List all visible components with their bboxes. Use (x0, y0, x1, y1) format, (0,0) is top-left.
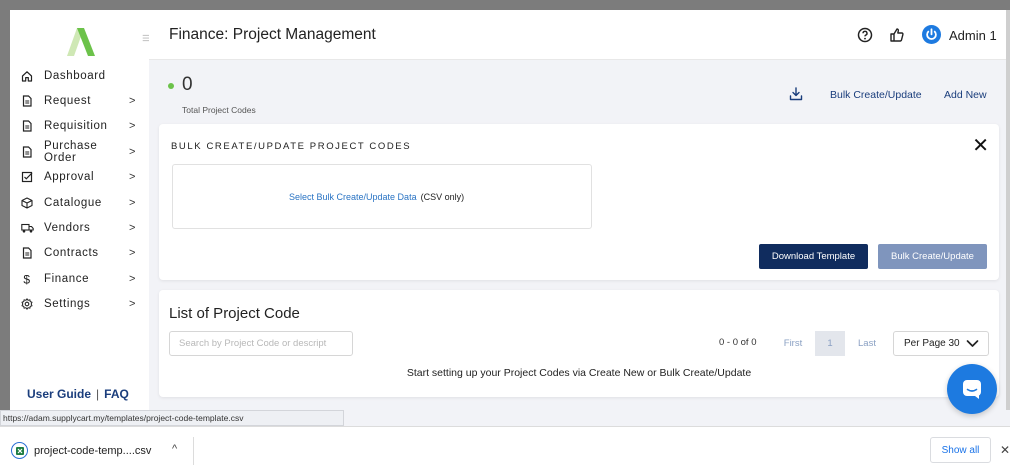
close-download-bar-icon[interactable]: ✕ (1000, 443, 1010, 457)
chevron-right-icon: > (129, 196, 137, 209)
faq-link[interactable]: FAQ (104, 387, 129, 401)
show-all-button[interactable]: Show all (930, 437, 991, 463)
sidebar-item-label: Finance (44, 272, 90, 285)
user-name[interactable]: Admin 1 (949, 28, 997, 43)
thumbs-up-icon[interactable] (889, 27, 905, 43)
dollar-icon: $ (20, 273, 34, 285)
chat-button[interactable] (947, 364, 997, 414)
pagination-range: 0 - 0 of 0 (719, 337, 757, 348)
status-bar-url: https://adam.supplycart.my/templates/pro… (0, 410, 344, 426)
chevron-right-icon: > (129, 171, 137, 184)
gear-icon (20, 298, 34, 310)
bulk-create-update-link[interactable]: Bulk Create/Update (830, 89, 922, 101)
chevron-down-icon (966, 340, 979, 347)
power-icon[interactable] (922, 25, 941, 44)
scrollbar[interactable] (1006, 10, 1010, 410)
sidebar-item-settings[interactable]: Settings > (10, 292, 149, 317)
chevron-right-icon: > (129, 222, 137, 235)
file-drop-zone[interactable]: Select Bulk Create/Update Data (CSV only) (172, 164, 592, 229)
home-icon (20, 70, 34, 82)
sidebar-nav: Dashboard Request > Requisition > Purchase Or… (10, 63, 149, 317)
document-icon (20, 247, 34, 260)
sidebar-item-purchase-order[interactable]: Purchase Order > (10, 139, 149, 164)
download-options-caret[interactable]: ^ (172, 443, 177, 455)
current-page-button[interactable]: 1 (815, 331, 845, 356)
chevron-right-icon: > (129, 247, 137, 260)
svg-text:$: $ (23, 273, 30, 285)
close-icon[interactable]: ✕ (972, 133, 989, 158)
sidebar-item-requisition[interactable]: Requisition > (10, 114, 149, 139)
select-file-link[interactable]: Select Bulk Create/Update Data (289, 192, 417, 202)
user-guide-link[interactable]: User Guide (27, 387, 91, 401)
sidebar-item-catalogue[interactable]: Catalogue > (10, 190, 149, 215)
sidebar-item-finance[interactable]: $ Finance > (10, 266, 149, 291)
download-divider (193, 437, 194, 465)
help-icon[interactable] (857, 27, 873, 43)
sidebar: ≡ Dashboard Request > Requisition > Purchase … (10, 10, 151, 410)
bulk-upload-card: BULK CREATE/UPDATE PROJECT CODES ✕ Selec… (159, 124, 999, 280)
empty-state-message: Start setting up your Project Codes via … (406, 367, 752, 379)
first-page-button[interactable]: First (773, 331, 813, 356)
csv-file-icon[interactable] (11, 442, 28, 459)
sidebar-item-label: Purchase Order (44, 139, 98, 164)
checkbox-icon (20, 171, 34, 183)
download-icon[interactable] (789, 87, 803, 101)
page-title: Finance: Project Management (169, 26, 376, 43)
chevron-right-icon: > (129, 95, 137, 108)
download-bar: project-code-temp....csv ^ Show all ✕ (0, 426, 1010, 466)
document-icon (20, 120, 34, 133)
chat-icon (963, 380, 981, 399)
sidebar-item-approval[interactable]: Approval > (10, 165, 149, 190)
sidebar-item-label: Contracts (44, 247, 99, 260)
download-template-button[interactable]: Download Template (759, 244, 868, 269)
sidebar-item-label: Catalogue (44, 196, 102, 209)
sidebar-item-label: Dashboard (44, 69, 106, 82)
window-frame-top (0, 0, 1010, 10)
chevron-right-icon: > (129, 120, 137, 133)
bulk-create-update-button[interactable]: Bulk Create/Update (878, 244, 987, 269)
chevron-right-icon: > (129, 298, 137, 311)
chevron-right-icon: > (129, 272, 137, 285)
document-icon (20, 146, 34, 158)
list-title: List of Project Code (169, 305, 300, 322)
project-code-count: 0 (182, 74, 193, 95)
sidebar-item-request[interactable]: Request > (10, 88, 149, 113)
help-separator: | (96, 387, 100, 401)
sidebar-item-label: Request (44, 95, 92, 108)
help-links: User Guide | FAQ (27, 387, 129, 401)
logo-icon (67, 28, 95, 56)
sidebar-item-dashboard[interactable]: Dashboard (10, 63, 149, 88)
window-frame-left (0, 0, 10, 410)
sidebar-item-contracts[interactable]: Contracts > (10, 241, 149, 266)
per-page-select[interactable]: Per Page 30 (893, 331, 989, 356)
project-code-list-card: List of Project Code 0 - 0 of 0 First 1 … (159, 290, 999, 397)
project-code-count-label: Total Project Codes (182, 105, 256, 115)
chevron-right-icon: > (129, 145, 137, 158)
document-icon (20, 95, 34, 107)
search-input[interactable] (169, 331, 353, 356)
sidebar-item-label: Settings (44, 298, 91, 311)
bulk-card-title: BULK CREATE/UPDATE PROJECT CODES (171, 141, 412, 152)
box-icon (20, 197, 34, 209)
per-page-value: Per Page 30 (904, 338, 960, 349)
status-dot (168, 83, 174, 89)
downloaded-file-name[interactable]: project-code-temp....csv (34, 445, 151, 457)
add-new-link[interactable]: Add New (944, 89, 987, 101)
file-type-note: (CSV only) (420, 192, 465, 202)
sidebar-item-vendors[interactable]: Vendors > (10, 215, 149, 240)
sidebar-item-label: Vendors (44, 222, 91, 235)
last-page-button[interactable]: Last (849, 331, 885, 356)
sidebar-item-label: Requisition (44, 120, 108, 133)
sidebar-item-label: Approval (44, 171, 95, 184)
truck-icon (20, 222, 34, 234)
top-header: Finance: Project Management Admin 1 (149, 10, 1006, 60)
